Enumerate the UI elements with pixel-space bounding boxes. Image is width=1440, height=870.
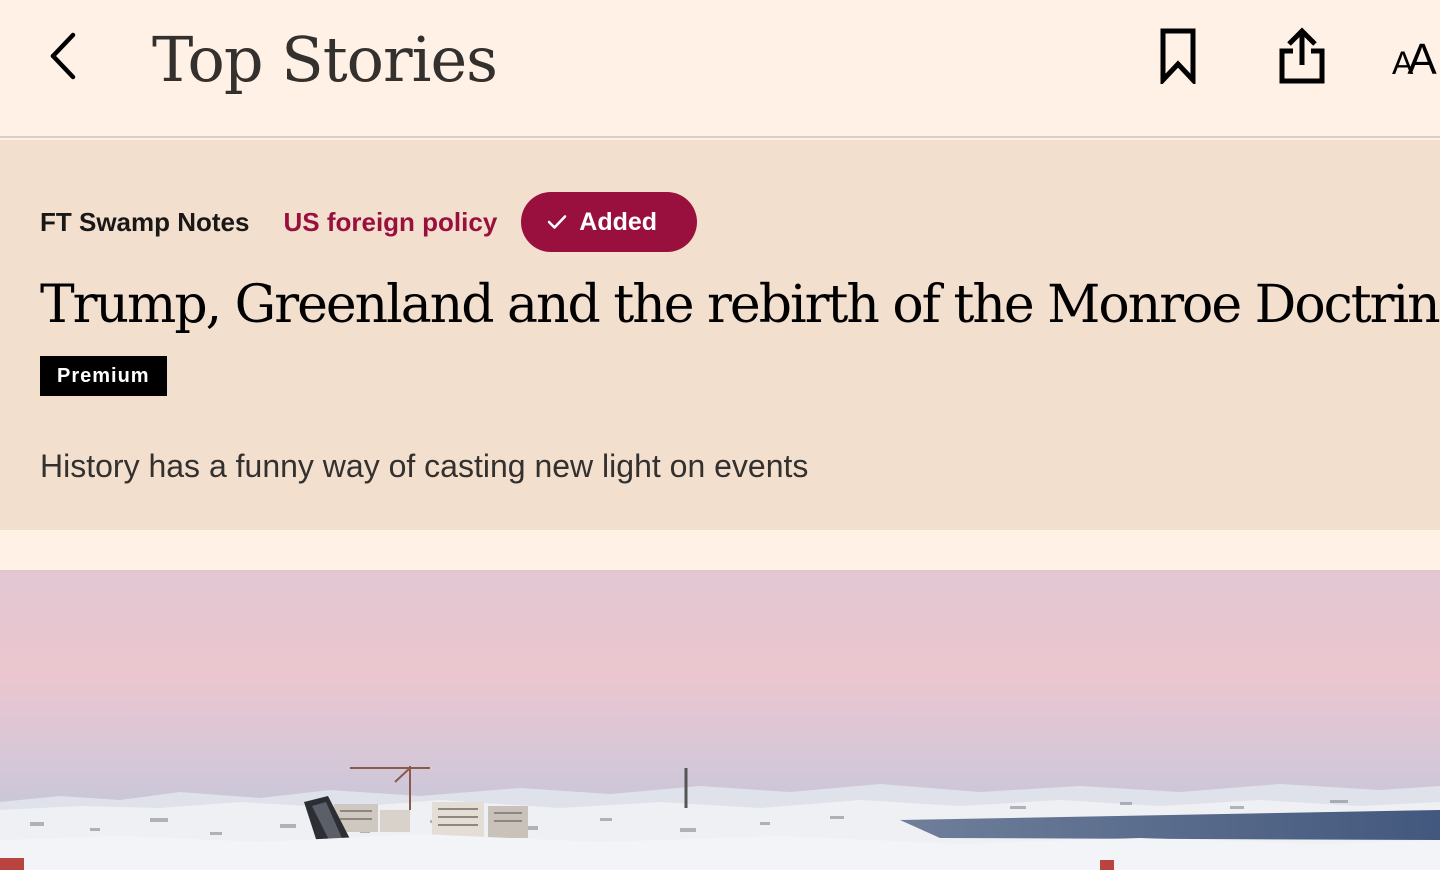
follow-button-label: Added (579, 207, 658, 236)
series-link[interactable]: FT Swamp Notes (40, 207, 249, 238)
chevron-left-icon (47, 31, 81, 86)
share-icon (1278, 26, 1326, 90)
follow-topic-button[interactable]: Added (521, 192, 698, 252)
share-button[interactable] (1270, 26, 1334, 90)
page-title: Top Stories (152, 23, 498, 96)
bookmark-icon (1158, 28, 1198, 89)
topic-link[interactable]: US foreign policy (283, 207, 497, 238)
premium-badge: Premium (40, 356, 167, 396)
checkmark-icon (547, 214, 567, 230)
top-navigation-bar: Top Stories AA (0, 0, 1440, 138)
article-headline[interactable]: Trump, Greenland and the rebirth of the … (40, 272, 1440, 338)
bookmark-button[interactable] (1146, 26, 1210, 90)
back-button[interactable] (36, 28, 92, 88)
article-hero: FT Swamp Notes US foreign policy Added T… (0, 140, 1440, 530)
article-tags: FT Swamp Notes US foreign policy Added (40, 192, 698, 252)
text-size-button[interactable]: AA (1392, 26, 1440, 90)
article-standfirst: History has a funny way of casting new l… (40, 448, 809, 484)
section-spacer (0, 530, 1440, 570)
article-hero-image (0, 570, 1440, 870)
text-size-icon: AA (1392, 35, 1437, 84)
